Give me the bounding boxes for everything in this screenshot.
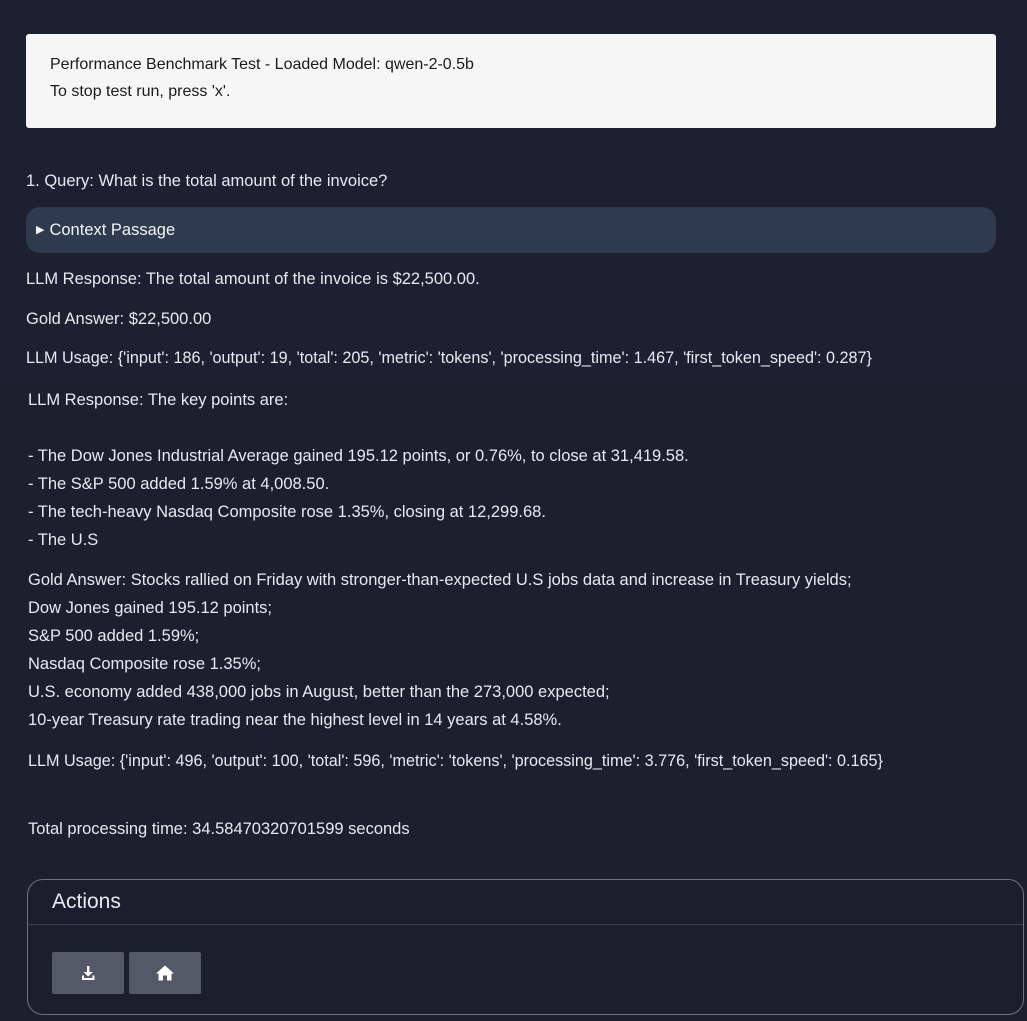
expand-triangle-icon: ▶ [36,223,45,236]
download-button[interactable] [52,952,124,994]
gold-answer-line: 10-year Treasury rate trading near the h… [28,711,562,729]
gold-answer-line: Nasdaq Composite rose 1.35%; [28,655,261,673]
response-point: - The tech-heavy Nasdaq Composite rose 1… [28,503,546,521]
query-text: 1. Query: What is the total amount of th… [26,172,388,190]
gold-answer-line: Gold Answer: Stocks rallied on Friday wi… [28,571,852,589]
header-instruction: To stop test run, press 'x'. [50,83,231,100]
total-processing-time: Total processing time: 34.58470320701599… [28,820,410,838]
benchmark-page: Performance Benchmark Test - Loaded Mode… [0,0,1027,1021]
llm-usage: LLM Usage: {'input': 496, 'output': 100,… [28,752,883,770]
llm-response-points: - The Dow Jones Industrial Average gaine… [28,442,689,554]
llm-response: LLM Response: The total amount of the in… [26,270,480,288]
actions-panel: Actions [27,879,1024,1015]
gold-answer: Gold Answer: $22,500.00 [26,310,212,328]
context-passage-toggle[interactable]: ▶ Context Passage [26,207,996,253]
gold-answer-block: Gold Answer: Stocks rallied on Friday wi… [28,566,852,734]
gold-answer-line: U.S. economy added 438,000 jobs in Augus… [28,683,610,701]
actions-divider [28,924,1023,925]
actions-title: Actions [52,890,121,913]
response-point: - The U.S [28,531,99,549]
download-icon [79,964,97,982]
llm-response-title: LLM Response: The key points are: [28,391,289,409]
header-title: Performance Benchmark Test - Loaded Mode… [50,56,474,73]
gold-answer-line: Dow Jones gained 195.12 points; [28,599,273,617]
context-passage-label: Context Passage [49,220,176,239]
header-box: Performance Benchmark Test - Loaded Mode… [26,34,996,128]
home-icon [155,964,175,982]
llm-usage: LLM Usage: {'input': 186, 'output': 19, … [26,349,872,367]
response-point: - The S&P 500 added 1.59% at 4,008.50. [28,475,330,493]
response-point: - The Dow Jones Industrial Average gaine… [28,447,689,465]
gold-answer-line: S&P 500 added 1.59%; [28,627,200,645]
home-button[interactable] [129,952,201,994]
